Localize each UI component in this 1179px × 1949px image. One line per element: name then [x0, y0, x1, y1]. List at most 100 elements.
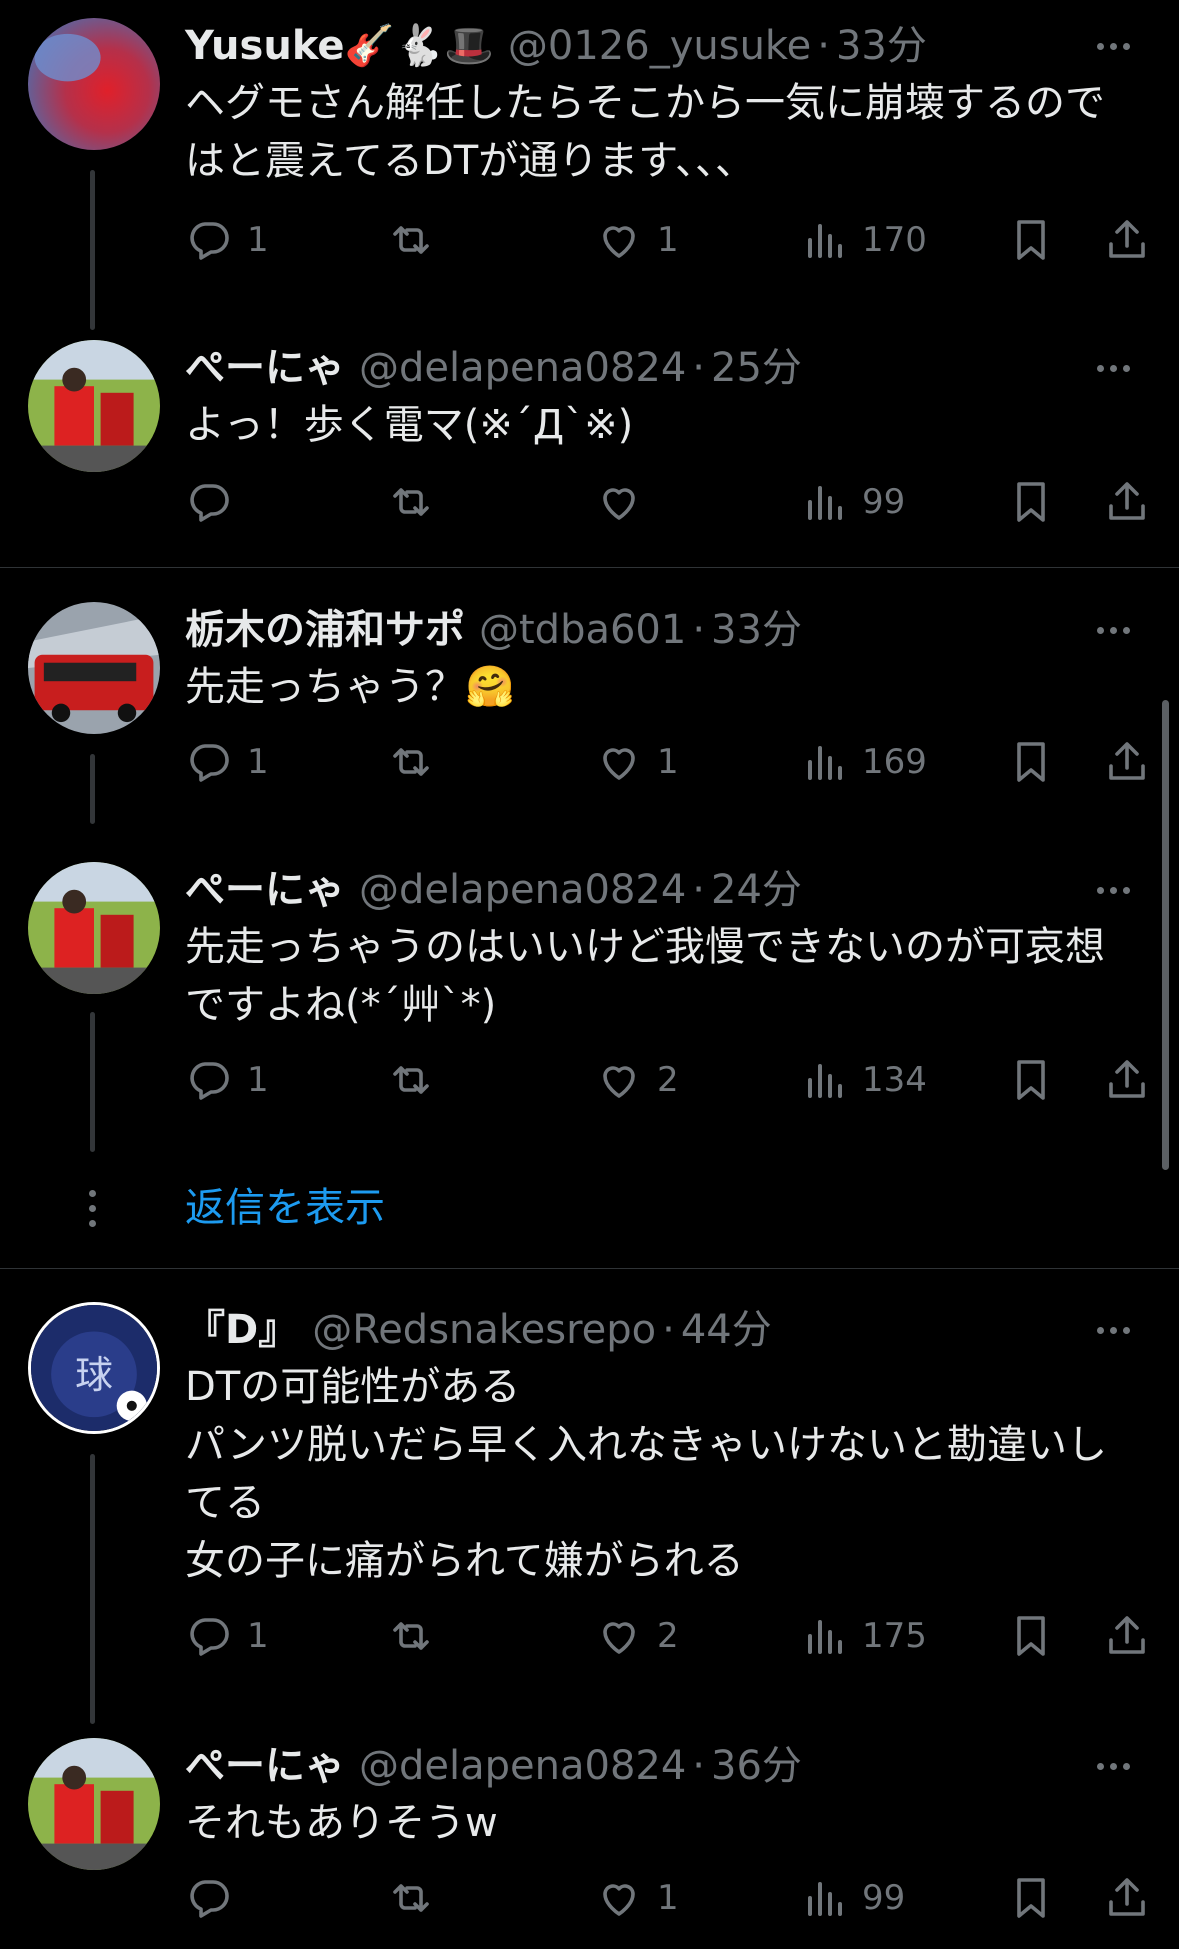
- thread-line: [90, 1012, 95, 1152]
- handle[interactable]: @tdba601: [479, 602, 686, 658]
- views-button[interactable]: 175: [800, 1606, 927, 1666]
- tweet-text: 先走っちゃう？🤗: [185, 664, 515, 710]
- views-count: 134: [862, 1060, 927, 1100]
- timestamp[interactable]: 24分: [711, 862, 802, 918]
- reply-button[interactable]: 1: [185, 732, 269, 792]
- reply-button[interactable]: 1: [185, 1050, 269, 1110]
- like-button[interactable]: 1: [595, 1868, 679, 1928]
- tweet-text: DTの可能性がある パンツ脱いだら早く入れなきゃいけないと勘違いしてる 女の子に…: [185, 1364, 1107, 1584]
- retweet-button[interactable]: [387, 732, 449, 792]
- timestamp[interactable]: 33分: [836, 18, 927, 74]
- retweet-button[interactable]: [387, 1868, 449, 1928]
- reply-button[interactable]: 1: [185, 1606, 269, 1666]
- tweet-text: ヘグモさん解任したらそこから一気に崩壊するのではと震えてるDTが通ります、、、: [185, 80, 1105, 184]
- like-count: 1: [657, 1878, 679, 1918]
- like-button[interactable]: 2: [595, 1606, 679, 1666]
- handle[interactable]: @Redsnakesrepo: [312, 1302, 656, 1358]
- name-emoji: 🎸🐇🎩: [344, 23, 494, 69]
- tweet-text: それもありそうw: [185, 1800, 498, 1846]
- bookmark-button[interactable]: [1007, 732, 1055, 792]
- like-button[interactable]: 1: [595, 210, 679, 270]
- retweet-icon: [393, 488, 429, 516]
- share-button[interactable]: [1103, 1050, 1151, 1110]
- scrollbar[interactable]: [1162, 700, 1169, 1170]
- handle[interactable]: @delapena0824: [359, 862, 686, 918]
- action-bar: 1 2 175: [185, 1606, 1145, 1666]
- handle[interactable]: @delapena0824: [359, 340, 686, 396]
- like-icon: [603, 1066, 635, 1098]
- timestamp[interactable]: 25分: [711, 340, 802, 396]
- tweet-text: よっ！歩く電マ(※´Д`※): [185, 402, 634, 448]
- display-name[interactable]: 栃木の浦和サポ: [185, 602, 465, 658]
- timestamp[interactable]: 36分: [711, 1738, 802, 1794]
- display-name[interactable]: ぺーにゃ: [185, 1738, 345, 1794]
- reply-button[interactable]: [185, 472, 247, 532]
- share-button[interactable]: [1103, 1868, 1151, 1928]
- reply-button[interactable]: 1: [185, 210, 269, 270]
- timestamp[interactable]: 44分: [681, 1302, 772, 1358]
- avatar[interactable]: 球: [28, 1302, 160, 1434]
- separator-dot: ·: [662, 1307, 675, 1353]
- like-button[interactable]: [595, 472, 657, 532]
- share-button[interactable]: [1103, 732, 1151, 792]
- share-icon: [1109, 742, 1145, 780]
- handle[interactable]: @0126_yusuke: [508, 18, 811, 74]
- views-count: 170: [862, 220, 927, 260]
- views-button[interactable]: 169: [800, 732, 927, 792]
- bookmark-icon: [1017, 482, 1045, 522]
- action-bar: 1 1 170: [185, 210, 1145, 270]
- reply-button[interactable]: [185, 1868, 247, 1928]
- bookmark-button[interactable]: [1007, 1868, 1055, 1928]
- tweet-header: Yusuke 🎸🐇🎩 @0126_yusuke · 33分: [185, 18, 1139, 74]
- share-button[interactable]: [1103, 472, 1151, 532]
- reply-icon: [190, 484, 229, 522]
- like-button[interactable]: 1: [595, 732, 679, 792]
- bookmark-button[interactable]: [1007, 210, 1055, 270]
- views-icon: [808, 1064, 842, 1098]
- display-name[interactable]: ぺーにゃ: [185, 862, 345, 918]
- more-icon[interactable]: [1087, 872, 1139, 908]
- display-name[interactable]: Yusuke: [185, 18, 344, 74]
- views-button[interactable]: 170: [800, 210, 927, 270]
- more-icon[interactable]: [1087, 612, 1139, 648]
- bookmark-button[interactable]: [1007, 472, 1055, 532]
- retweet-button[interactable]: [387, 1050, 449, 1110]
- avatar[interactable]: [28, 18, 160, 150]
- share-icon: [1109, 1616, 1145, 1654]
- views-count: 99: [862, 1878, 906, 1918]
- share-button[interactable]: [1103, 1606, 1151, 1666]
- tweet-header: ぺーにゃ @delapena0824 · 25分: [185, 340, 1139, 396]
- timestamp[interactable]: 33分: [711, 602, 802, 658]
- display-name[interactable]: 『D』: [185, 1302, 298, 1358]
- bookmark-button[interactable]: [1007, 1606, 1055, 1666]
- thread-line: [90, 170, 95, 330]
- views-button[interactable]: 99: [800, 1868, 905, 1928]
- views-icon: [808, 486, 842, 520]
- bookmark-button[interactable]: [1007, 1050, 1055, 1110]
- reply-count: 1: [247, 220, 269, 260]
- like-icon: [603, 226, 635, 258]
- svg-text:球: 球: [75, 1353, 113, 1397]
- views-button[interactable]: 134: [800, 1050, 927, 1110]
- share-button[interactable]: [1103, 210, 1151, 270]
- retweet-icon: [393, 1066, 429, 1094]
- avatar[interactable]: [28, 1738, 160, 1870]
- like-button[interactable]: 2: [595, 1050, 679, 1110]
- retweet-button[interactable]: [387, 210, 449, 270]
- more-icon[interactable]: [1087, 28, 1139, 64]
- like-icon: [603, 1884, 635, 1916]
- avatar[interactable]: [28, 340, 160, 472]
- handle[interactable]: @delapena0824: [359, 1738, 686, 1794]
- share-icon: [1109, 1878, 1145, 1916]
- tweet-header: ぺーにゃ @delapena0824 · 36分: [185, 1738, 1139, 1794]
- retweet-button[interactable]: [387, 472, 449, 532]
- retweet-button[interactable]: [387, 1606, 449, 1666]
- more-icon[interactable]: [1087, 1312, 1139, 1348]
- views-button[interactable]: 99: [800, 472, 905, 532]
- more-icon[interactable]: [1087, 1748, 1139, 1784]
- display-name[interactable]: ぺーにゃ: [185, 340, 345, 396]
- show-replies-link[interactable]: 返信を表示: [185, 1180, 385, 1236]
- more-icon[interactable]: [1087, 350, 1139, 386]
- avatar[interactable]: [28, 602, 160, 734]
- avatar[interactable]: [28, 862, 160, 994]
